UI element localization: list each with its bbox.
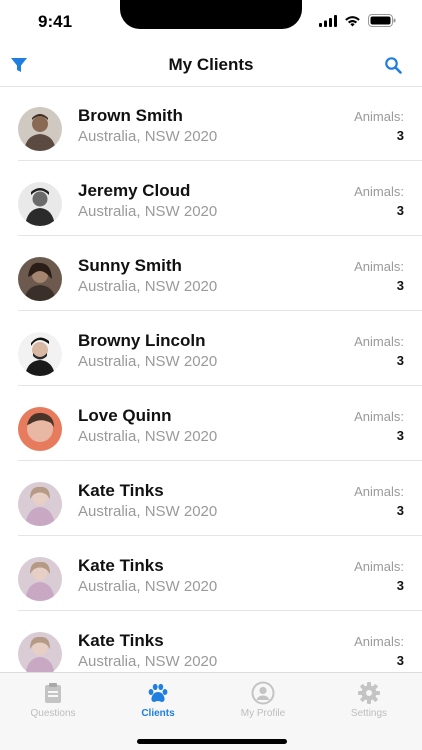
navigation-bar: My Clients <box>0 44 422 87</box>
client-avatar <box>18 407 62 451</box>
paw-icon <box>148 683 168 702</box>
tab-label: Clients <box>141 708 175 719</box>
device-notch <box>120 0 302 29</box>
animals-count: 3 <box>396 578 404 593</box>
gear-icon <box>358 682 380 704</box>
client-avatar <box>18 557 62 601</box>
clients-screen: 9:41 My Clients Brown Smith Australia, N… <box>0 0 422 750</box>
animals-label: Animals: <box>354 484 404 499</box>
tab-my-profile[interactable]: My Profile <box>223 681 303 719</box>
client-name: Kate Tinks <box>78 481 164 500</box>
cellular-signal-icon <box>319 14 337 27</box>
client-location: Australia, NSW 2020 <box>78 203 218 220</box>
client-name: Love Quinn <box>78 406 172 425</box>
client-name: Jeremy Cloud <box>78 181 191 200</box>
animals-label: Animals: <box>354 109 404 124</box>
clipboard-icon <box>45 683 61 703</box>
search-icon[interactable] <box>384 56 402 74</box>
client-avatar <box>18 257 62 301</box>
animals-count: 3 <box>396 203 404 218</box>
client-name: Sunny Smith <box>78 256 182 275</box>
client-name: Browny Lincoln <box>78 331 206 350</box>
client-row[interactable]: Kate Tinks Australia, NSW 2020 Animals: … <box>18 536 422 611</box>
client-name: Kate Tinks <box>78 556 164 575</box>
client-avatar <box>18 107 62 151</box>
status-bar: 9:41 <box>0 0 422 44</box>
animals-count: 3 <box>396 278 404 293</box>
animals-count: 3 <box>396 653 404 668</box>
page-title: My Clients <box>168 55 254 74</box>
status-icons <box>319 14 396 27</box>
client-location: Australia, NSW 2020 <box>78 278 218 295</box>
tab-settings[interactable]: Settings <box>329 681 409 719</box>
client-row[interactable]: Love Quinn Australia, NSW 2020 Animals: … <box>18 386 422 461</box>
client-location: Australia, NSW 2020 <box>78 428 218 445</box>
client-location: Australia, NSW 2020 <box>78 578 218 595</box>
client-row[interactable]: Browny Lincoln Australia, NSW 2020 Anima… <box>18 311 422 386</box>
client-name: Brown Smith <box>78 106 183 125</box>
client-row[interactable]: Kate Tinks Australia, NSW 2020 Animals: … <box>18 461 422 536</box>
animals-count: 3 <box>396 428 404 443</box>
client-location: Australia, NSW 2020 <box>78 503 218 520</box>
wifi-icon <box>345 15 360 26</box>
battery-icon <box>368 14 396 27</box>
client-name: Kate Tinks <box>78 631 164 650</box>
client-row[interactable]: Kate Tinks Australia, NSW 2020 Animals: … <box>18 611 422 672</box>
animals-label: Animals: <box>354 334 404 349</box>
animals-label: Animals: <box>354 409 404 424</box>
tab-clients[interactable]: Clients <box>118 681 198 719</box>
client-avatar <box>18 482 62 526</box>
tab-label: Questions <box>30 708 76 719</box>
client-location: Australia, NSW 2020 <box>78 353 218 370</box>
client-avatar <box>18 632 62 672</box>
client-avatar <box>18 182 62 226</box>
client-location: Australia, NSW 2020 <box>78 653 218 670</box>
animals-label: Animals: <box>354 559 404 574</box>
client-location: Australia, NSW 2020 <box>78 128 218 145</box>
client-row[interactable]: Jeremy Cloud Australia, NSW 2020 Animals… <box>18 161 422 236</box>
animals-count: 3 <box>396 128 404 143</box>
client-avatar <box>18 332 62 376</box>
client-row[interactable]: Sunny Smith Australia, NSW 2020 Animals:… <box>18 236 422 311</box>
animals-count: 3 <box>396 503 404 518</box>
profile-icon <box>251 681 275 705</box>
status-time: 9:41 <box>38 12 73 31</box>
home-indicator <box>137 739 287 744</box>
tab-label: Settings <box>350 708 388 719</box>
client-row[interactable]: Brown Smith Australia, NSW 2020 Animals:… <box>18 86 422 161</box>
tab-label: My Profile <box>240 708 286 719</box>
animals-label: Animals: <box>354 634 404 649</box>
animals-count: 3 <box>396 353 404 368</box>
animals-label: Animals: <box>354 184 404 199</box>
client-list[interactable]: Brown Smith Australia, NSW 2020 Animals:… <box>0 86 422 672</box>
tab-questions[interactable]: Questions <box>13 681 93 719</box>
animals-label: Animals: <box>354 259 404 274</box>
